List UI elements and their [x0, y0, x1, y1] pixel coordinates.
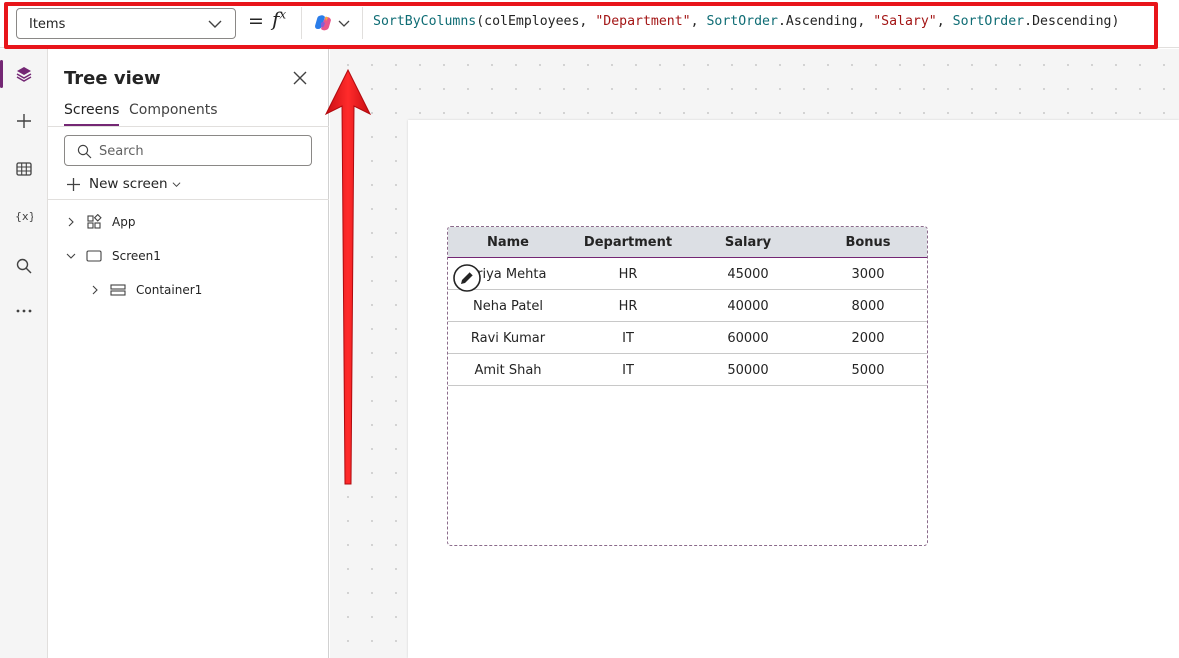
cell-salary: 45000 [727, 267, 769, 282]
data-table[interactable]: Name Department Salary Bonus Priya Mehta… [447, 226, 928, 546]
rail-variables[interactable]: {x} [0, 196, 48, 236]
cell-department: HR [618, 299, 638, 314]
more-icon [16, 309, 32, 313]
new-screen-button[interactable]: New screen [66, 174, 181, 194]
rail-tree-view[interactable] [0, 54, 48, 94]
column-header-department[interactable]: Department [568, 235, 688, 250]
search-icon [16, 258, 32, 274]
svg-text:{x}: {x} [15, 210, 33, 223]
cell-salary: 60000 [727, 331, 769, 346]
rail-data[interactable] [0, 149, 48, 189]
cell-salary: 40000 [727, 299, 769, 314]
container-icon [110, 284, 126, 296]
tree-node-screen1[interactable]: Screen1 [66, 246, 161, 266]
tree-node-container1[interactable]: Container1 [90, 280, 202, 300]
search-input[interactable] [99, 142, 299, 160]
tree-node-label: Screen1 [112, 249, 161, 263]
cell-department: IT [622, 363, 634, 378]
table-grid-icon [16, 162, 32, 176]
layers-icon [16, 67, 32, 82]
tree-tabs: Screens Components [48, 97, 329, 127]
plus-icon [17, 114, 31, 128]
new-screen-label: New screen [89, 176, 168, 192]
tree-node-label: App [112, 215, 136, 229]
variables-icon: {x} [15, 210, 33, 223]
chevron-down-icon [172, 181, 181, 187]
tree-view-panel: Tree view Screens Components New screen … [48, 49, 329, 658]
tree-node-app[interactable]: App [66, 212, 135, 232]
cell-bonus: 5000 [851, 363, 885, 378]
app-icon [87, 214, 102, 229]
tab-components[interactable]: Components [129, 102, 218, 118]
cell-bonus: 3000 [851, 267, 885, 282]
divider [48, 199, 329, 200]
formula-bar: Items = fx SortByColumns(colEmployees, "… [0, 0, 1179, 49]
cell-name: Ravi Kumar [470, 331, 546, 346]
chevron-right-icon [68, 217, 74, 227]
cell-department: HR [618, 267, 638, 282]
table-row[interactable]: Amit Shah IT 50000 5000 [448, 354, 927, 386]
tree-node-label: Container1 [136, 283, 203, 297]
screen-icon [86, 250, 102, 262]
table-header: Name Department Salary Bonus [448, 227, 927, 258]
annotation-highlight-box [4, 2, 1158, 49]
rail-more[interactable] [0, 291, 48, 331]
tree-search[interactable] [64, 135, 312, 166]
cell-salary: 50000 [727, 363, 769, 378]
column-header-bonus[interactable]: Bonus [808, 235, 927, 250]
panel-title: Tree view [64, 68, 161, 89]
close-icon[interactable] [292, 70, 308, 86]
table-row[interactable]: Ravi Kumar IT 60000 2000 [448, 322, 927, 354]
table-row[interactable]: Neha Patel HR 40000 8000 [448, 290, 927, 322]
column-header-salary[interactable]: Salary [688, 235, 808, 250]
edit-pencil-icon[interactable] [452, 263, 482, 293]
plus-icon [67, 177, 80, 191]
rail-search[interactable] [0, 246, 48, 286]
cell-bonus: 8000 [851, 299, 885, 314]
chevron-down-icon [66, 253, 76, 259]
tab-screens[interactable]: Screens [64, 102, 120, 126]
cell-name: Amit Shah [474, 363, 542, 378]
column-header-name[interactable]: Name [448, 235, 568, 250]
search-icon [77, 144, 92, 159]
cell-name: Neha Patel [473, 299, 543, 314]
rail-insert[interactable] [0, 101, 48, 141]
cell-department: IT [622, 331, 634, 346]
left-rail: {x} [0, 49, 48, 658]
cell-bonus: 2000 [851, 331, 885, 346]
chevron-right-icon [92, 285, 98, 295]
table-row[interactable]: Priya Mehta HR 45000 3000 [448, 258, 927, 290]
